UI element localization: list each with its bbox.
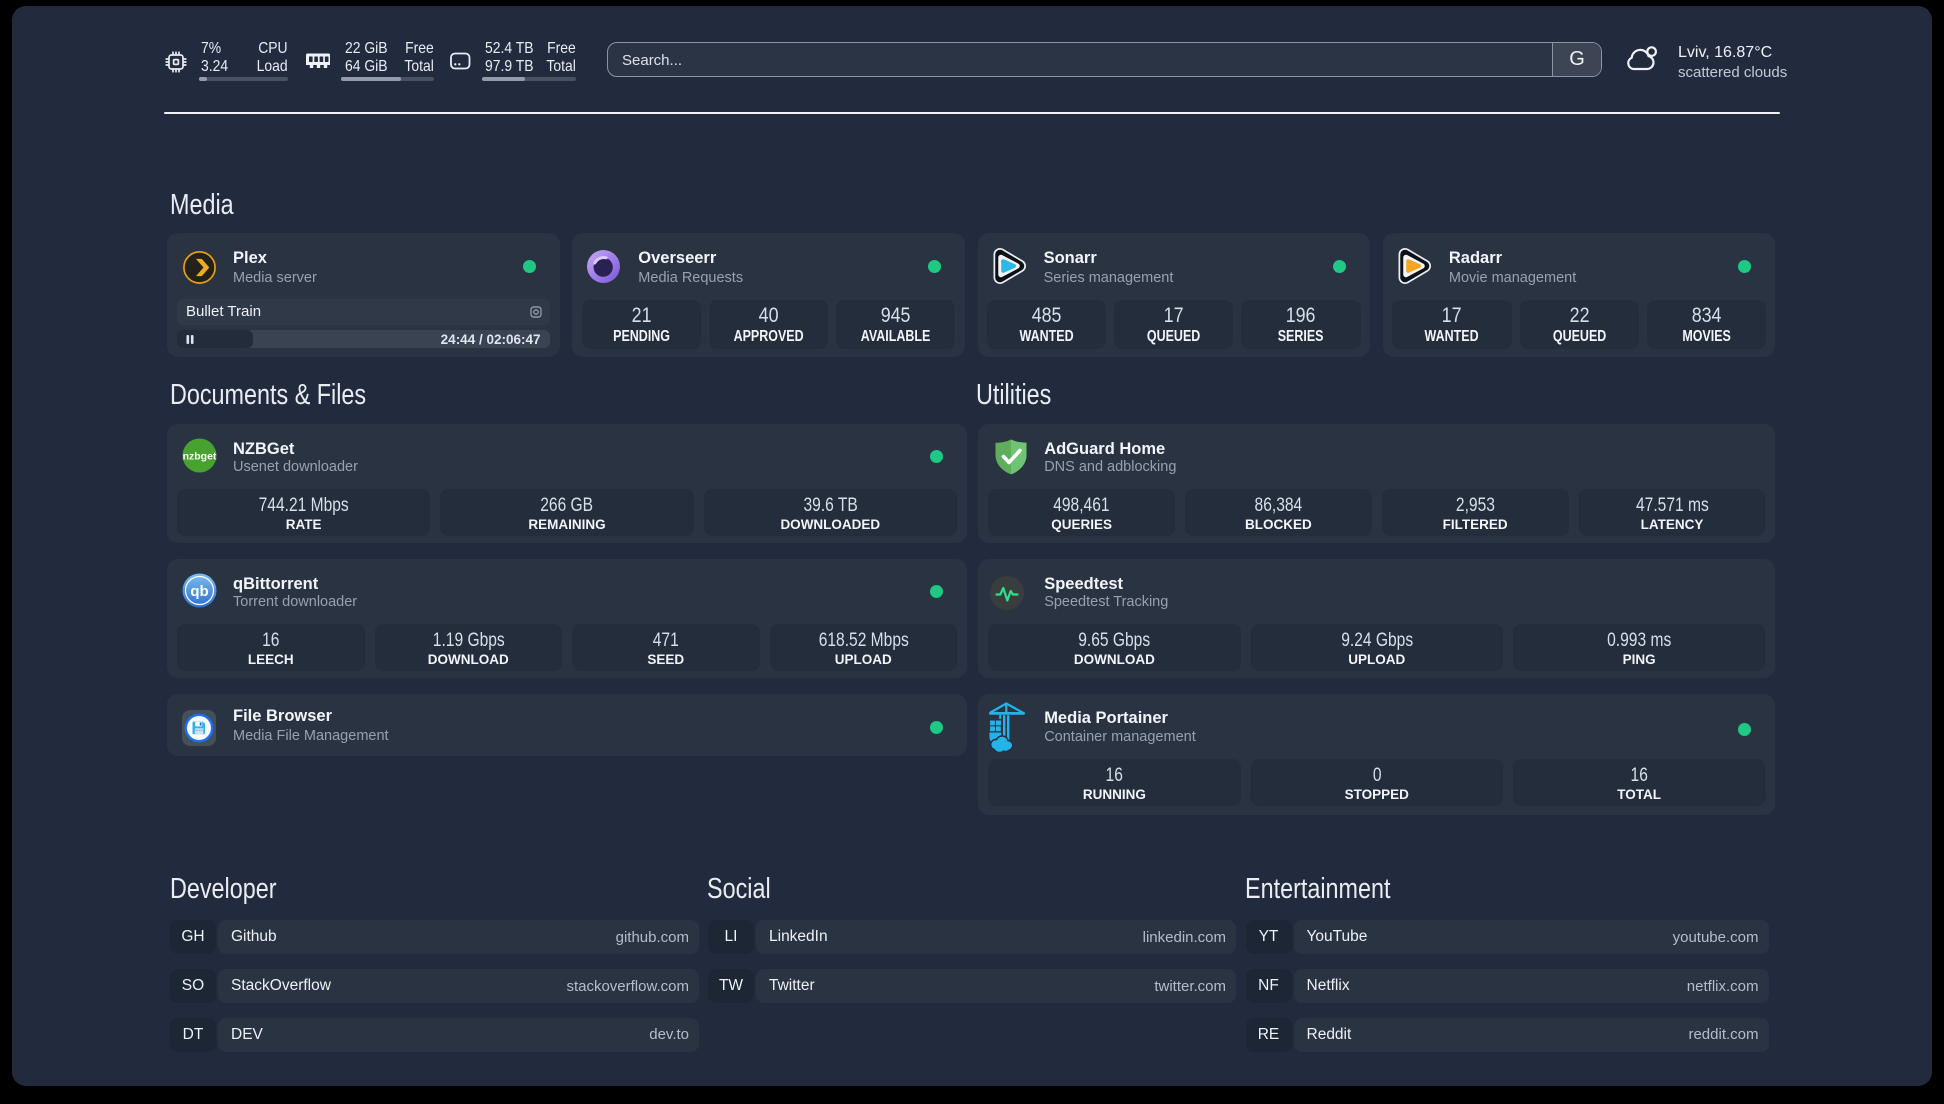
svg-text:qb: qb xyxy=(190,583,208,600)
svg-text:nzbget: nzbget xyxy=(183,451,217,463)
